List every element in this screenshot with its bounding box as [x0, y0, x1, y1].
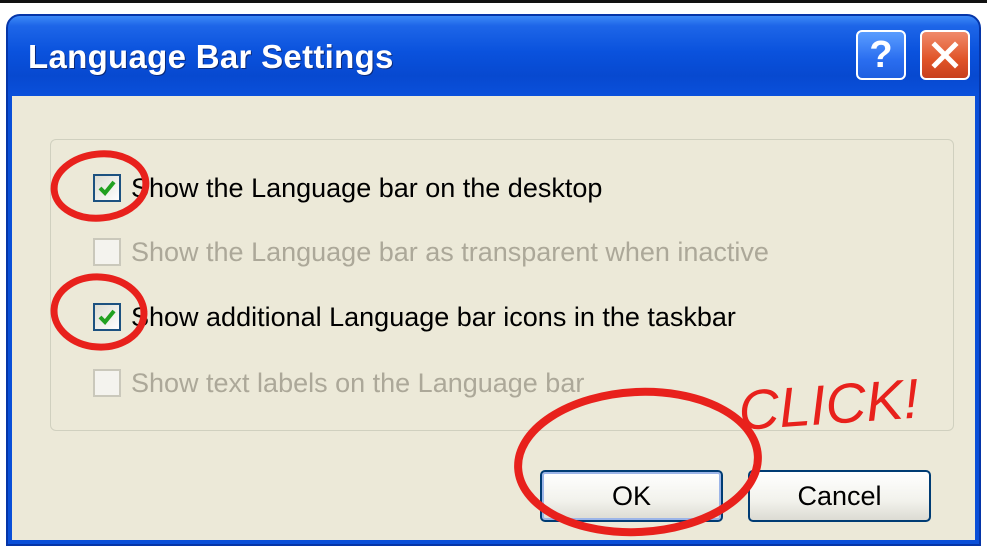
checkbox-show-text-labels — [93, 369, 121, 397]
dialog-client-area: Show the Language bar on the desktop Sho… — [12, 96, 975, 540]
option-additional-taskbar-icons[interactable]: Show additional Language bar icons in th… — [93, 300, 736, 334]
ok-button[interactable]: OK — [540, 470, 723, 522]
language-bar-settings-dialog: Language Bar Settings ? Show the Languag… — [6, 14, 981, 546]
option-transparent-when-inactive: Show the Language bar as transparent whe… — [93, 235, 769, 269]
checkbox-additional-taskbar-icons[interactable] — [93, 303, 121, 331]
checkbox-transparent-when-inactive — [93, 238, 121, 266]
top-border-line — [0, 0, 987, 3]
question-mark-icon: ? — [869, 34, 893, 76]
checkmark-icon — [98, 309, 116, 325]
cancel-button[interactable]: Cancel — [748, 470, 931, 522]
checkbox-show-on-desktop[interactable] — [93, 174, 121, 202]
close-button[interactable] — [920, 30, 970, 80]
dialog-title: Language Bar Settings — [28, 38, 394, 75]
checkbox-label: Show the Language bar on the desktop — [131, 172, 603, 203]
checkmark-icon — [98, 180, 116, 196]
help-button[interactable]: ? — [856, 30, 906, 80]
checkbox-label: Show text labels on the Language bar — [131, 367, 585, 398]
checkbox-label: Show the Language bar as transparent whe… — [131, 236, 769, 267]
title-bar[interactable]: Language Bar Settings ? — [8, 16, 979, 96]
checkbox-label: Show additional Language bar icons in th… — [131, 301, 736, 332]
option-show-on-desktop[interactable]: Show the Language bar on the desktop — [93, 171, 602, 205]
option-show-text-labels: Show text labels on the Language bar — [93, 366, 584, 400]
close-x-icon — [931, 41, 959, 69]
